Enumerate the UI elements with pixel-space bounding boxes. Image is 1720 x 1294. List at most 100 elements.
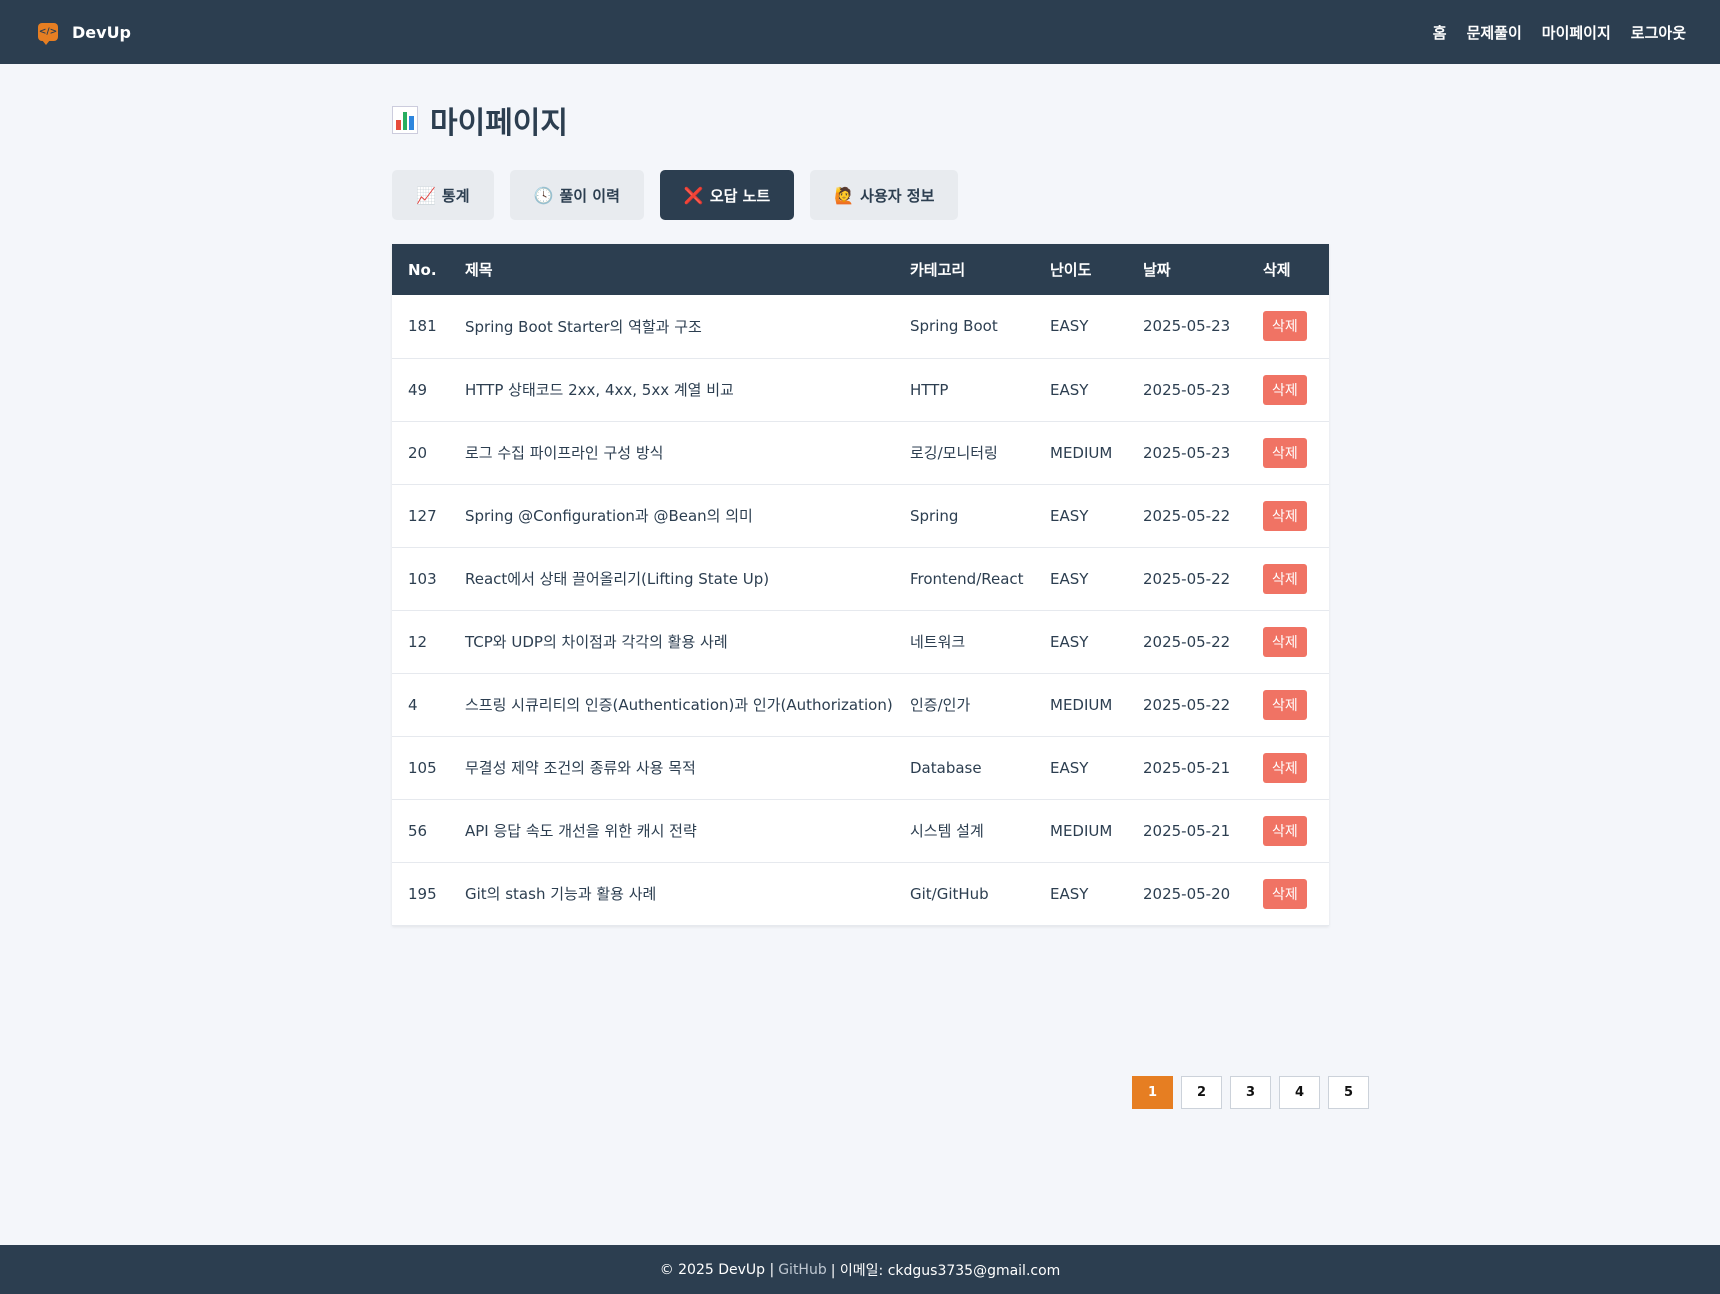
trend-chart-icon: 📈	[416, 185, 436, 205]
cell-level: MEDIUM	[1050, 443, 1113, 462]
cell-category: Database	[910, 758, 982, 777]
tab-history[interactable]: 🕓 풀이 이력	[509, 170, 644, 220]
cell-delete: 삭제	[1247, 862, 1329, 925]
tab-label: 사용자 정보	[860, 186, 935, 205]
cell-level: MEDIUM	[1050, 821, 1113, 840]
page-button-3[interactable]: 3	[1230, 1076, 1271, 1109]
cell-delete: 삭제	[1247, 358, 1329, 421]
cell-category: Spring	[910, 506, 959, 525]
delete-button[interactable]: 삭제	[1263, 374, 1307, 405]
cell-no: 20	[408, 443, 428, 462]
nav-logout-link[interactable]: 로그아웃	[1631, 22, 1686, 43]
cell-no: 103	[408, 569, 437, 588]
cell-no: 127	[408, 506, 437, 525]
cell-no: 105	[408, 758, 437, 777]
tab-label: 통계	[441, 186, 470, 205]
bar-chart-icon	[392, 106, 418, 134]
cell-title: API 응답 속도 개선을 위한 캐시 전략	[465, 822, 697, 840]
main-nav: 홈 문제풀이 마이페이지 로그아웃	[1433, 22, 1686, 43]
cell-level: EASY	[1050, 317, 1089, 336]
cell-date: 2025-05-21	[1143, 758, 1231, 777]
table-row: 49 HTTP 상태코드 2xx, 4xx, 5xx 계열 비교 HTTP EASY 2…	[392, 358, 1329, 421]
cell-delete: 삭제	[1247, 421, 1329, 484]
delete-button[interactable]: 삭제	[1263, 689, 1307, 720]
cell-delete: 삭제	[1247, 484, 1329, 547]
footer-email: | 이메일: ckdgus3735@gmail.com	[830, 1262, 1061, 1279]
page-button-2[interactable]: 2	[1181, 1076, 1222, 1109]
cell-date: 2025-05-22	[1143, 569, 1231, 588]
cell-no: 4	[408, 695, 418, 714]
cell-delete: 삭제	[1247, 295, 1329, 358]
top-navbar: </> DevUp 홈 문제풀이 마이페이지 로그아웃	[0, 0, 1720, 64]
cell-title: TCP와 UDP의 차이점과 각각의 활용 사례	[465, 633, 728, 651]
page-button-1[interactable]: 1	[1132, 1076, 1173, 1109]
brand[interactable]: </> DevUp	[38, 22, 132, 45]
cell-title: 스프링 시큐리티의 인증(Authentication)과 인가(Authori…	[465, 696, 893, 714]
cell-title: HTTP 상태코드 2xx, 4xx, 5xx 계열 비교	[465, 381, 734, 399]
tab-wrong-notes[interactable]: ❌ 오답 노트	[659, 170, 795, 220]
table-row: 4 스프링 시큐리티의 인증(Authentication)과 인가(Author…	[392, 673, 1329, 736]
nav-mypage-link[interactable]: 마이페이지	[1542, 22, 1611, 43]
cell-level: EASY	[1050, 632, 1089, 651]
cell-date: 2025-05-22	[1143, 695, 1231, 714]
nav-home-link[interactable]: 홈	[1433, 22, 1447, 43]
table-row: 56 API 응답 속도 개선을 위한 캐시 전략 시스템 설계 MEDIUM 2025…	[392, 799, 1329, 862]
table-row: 20 로그 수집 파이프라인 구성 방식 로깅/모니터링 MEDIUM 2025-05-…	[392, 421, 1329, 484]
column-header-date: 날짜	[1143, 261, 1171, 279]
delete-button[interactable]: 삭제	[1263, 815, 1307, 846]
cell-category: HTTP	[910, 380, 949, 399]
tab-label: 풀이 이력	[559, 186, 620, 205]
page-button-5[interactable]: 5	[1328, 1076, 1369, 1109]
cell-category: Spring Boot	[910, 317, 998, 336]
footer-github-link[interactable]: GitHub	[778, 1262, 827, 1278]
brand-name: DevUp	[72, 22, 132, 42]
chat-code-icon: </>	[38, 23, 58, 45]
table-row: 12 TCP와 UDP의 차이점과 각각의 활용 사례 네트워크 EASY 2025-0…	[392, 610, 1329, 673]
cell-date: 2025-05-22	[1143, 632, 1231, 651]
column-header-delete: 삭제	[1263, 261, 1291, 279]
tab-user-info[interactable]: 🙋 사용자 정보	[810, 170, 959, 220]
cell-category: 인증/인가	[910, 696, 971, 714]
cell-date: 2025-05-23	[1143, 380, 1231, 399]
cell-category: Frontend/React	[910, 569, 1024, 588]
footer: © 2025 DevUp | GitHub | 이메일: ckdgus3735@…	[0, 1245, 1720, 1294]
page-button-4[interactable]: 4	[1279, 1076, 1320, 1109]
delete-button[interactable]: 삭제	[1263, 437, 1307, 468]
clock-icon: 🕓	[533, 185, 554, 205]
page-title: 마이페이지	[392, 98, 1329, 142]
person-raising-hand-icon: 🙋	[834, 185, 855, 205]
tab-stats[interactable]: 📈 통계	[392, 170, 494, 220]
footer-copyright: © 2025 DevUp |	[659, 1261, 775, 1278]
nav-problems-link[interactable]: 문제풀이	[1467, 22, 1522, 43]
delete-button[interactable]: 삭제	[1263, 500, 1307, 531]
cell-date: 2025-05-23	[1143, 317, 1231, 336]
cell-level: EASY	[1050, 569, 1089, 588]
main-content: 마이페이지 📈 통계 🕓 풀이 이력 ❌ 오답 노트 🙋 사용자 정보 No. …	[392, 64, 1369, 1109]
cell-date: 2025-05-23	[1143, 443, 1231, 462]
delete-button[interactable]: 삭제	[1263, 878, 1307, 909]
table-row: 103 React에서 상태 끌어올리기(Lifting State Up) Fro…	[392, 547, 1329, 610]
delete-button[interactable]: 삭제	[1263, 311, 1307, 342]
mypage-tabs: 📈 통계 🕓 풀이 이력 ❌ 오답 노트 🙋 사용자 정보	[392, 170, 959, 220]
cell-date: 2025-05-20	[1143, 884, 1231, 903]
tab-label: 오답 노트	[709, 186, 771, 205]
delete-button[interactable]: 삭제	[1263, 752, 1307, 783]
table-row: 127 Spring @Configuration과 @Bean의 의미 Sprin…	[392, 484, 1329, 547]
cell-title: 무결성 제약 조건의 종류와 사용 목적	[465, 759, 696, 777]
cell-category: Git/GitHub	[910, 884, 989, 903]
column-header-title: 제목	[465, 261, 493, 279]
cell-delete: 삭제	[1247, 736, 1329, 799]
pagination: 1 2 3 4 5	[1132, 1076, 1369, 1109]
cell-delete: 삭제	[1247, 610, 1329, 673]
cell-category: 로깅/모니터링	[910, 444, 998, 462]
delete-button[interactable]: 삭제	[1263, 563, 1307, 594]
cell-title: React에서 상태 끌어올리기(Lifting State Up)	[465, 570, 770, 588]
cell-no: 195	[408, 884, 437, 903]
cell-level: MEDIUM	[1050, 695, 1113, 714]
delete-button[interactable]: 삭제	[1263, 626, 1307, 657]
table-header-row: No. 제목 카테고리 난이도 날짜 삭제	[392, 244, 1329, 295]
table-row: 195 Git의 stash 기능과 활용 사례 Git/GitHub EASY 202…	[392, 862, 1329, 925]
cell-no: 56	[408, 821, 428, 840]
column-header-category: 카테고리	[910, 261, 966, 279]
cell-title: 로그 수집 파이프라인 구성 방식	[465, 444, 664, 462]
